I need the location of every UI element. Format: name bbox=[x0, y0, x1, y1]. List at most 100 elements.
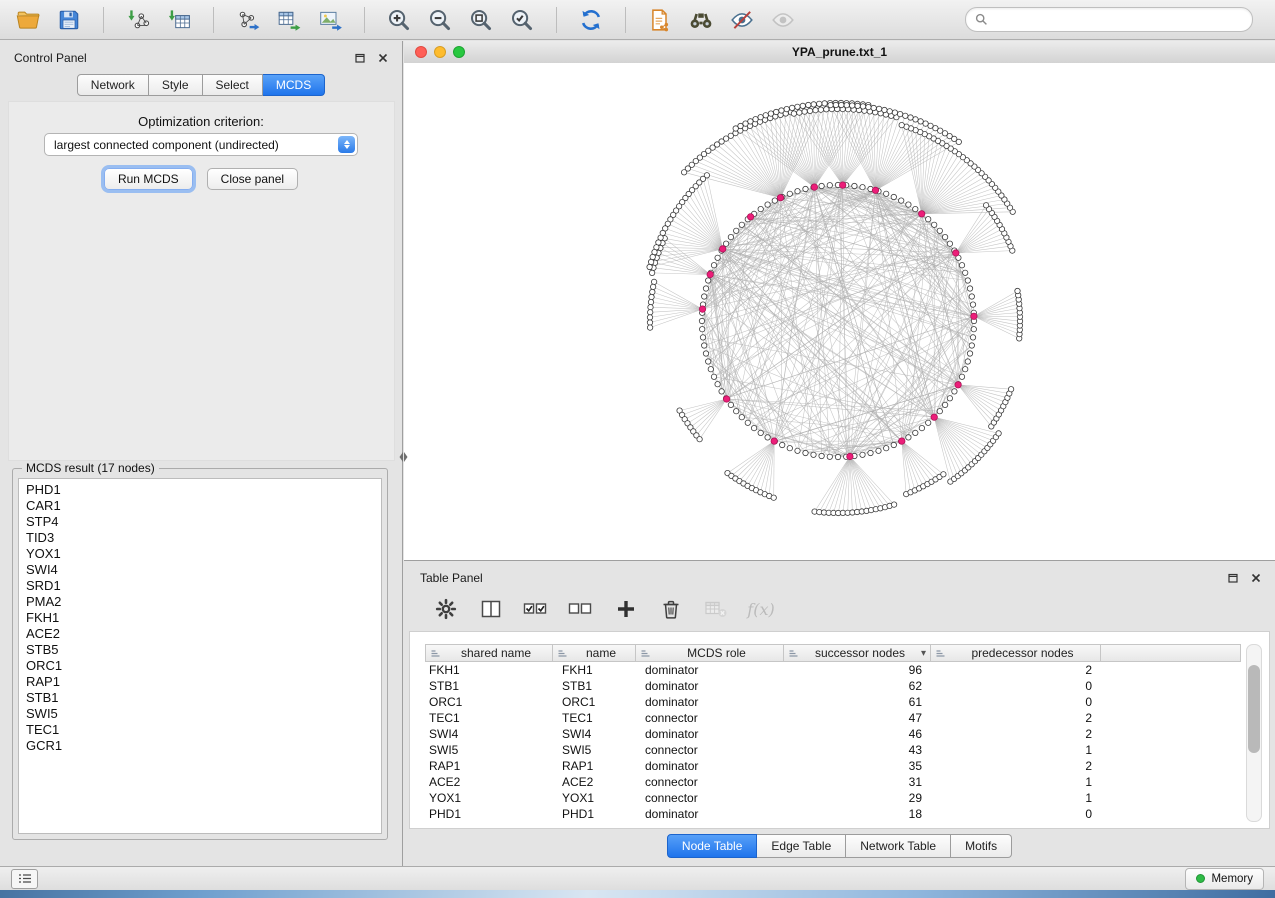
column-header-shared-name[interactable]: shared name bbox=[425, 644, 553, 662]
mcds-result-item[interactable]: GCR1 bbox=[26, 738, 374, 754]
refresh-layout-icon bbox=[579, 8, 603, 32]
table-row[interactable]: ACE2ACE2connector311 bbox=[425, 774, 1241, 790]
table-tab-motifs[interactable]: Motifs bbox=[951, 834, 1012, 858]
network-title: YPA_prune.txt_1 bbox=[792, 45, 887, 59]
refresh-layout-button[interactable] bbox=[577, 6, 605, 34]
table-row[interactable]: FKH1FKH1dominator962 bbox=[425, 662, 1241, 678]
column-header-predecessor-nodes[interactable]: predecessor nodes bbox=[931, 644, 1101, 662]
share-document-button[interactable] bbox=[646, 6, 674, 34]
search-network-icon bbox=[689, 8, 713, 32]
table-scrollbar[interactable] bbox=[1246, 644, 1262, 822]
column-menu-icon[interactable]: ▾ bbox=[921, 648, 926, 659]
criterion-value: largest connected component (undirected) bbox=[54, 138, 279, 152]
export-table-button[interactable] bbox=[275, 6, 303, 34]
mcds-result-item[interactable]: TEC1 bbox=[26, 722, 374, 738]
network-graph[interactable] bbox=[404, 63, 1275, 560]
memory-button[interactable]: Memory bbox=[1185, 868, 1264, 890]
export-image-button[interactable] bbox=[316, 6, 344, 34]
mcds-result-item[interactable]: CAR1 bbox=[26, 498, 374, 514]
close-table-panel-button[interactable] bbox=[1251, 573, 1261, 583]
float-panel-button[interactable] bbox=[355, 53, 365, 63]
close-window-button[interactable] bbox=[415, 46, 427, 58]
function-builder-button[interactable]: f(x) bbox=[747, 595, 775, 623]
column-header-mcds-role[interactable]: MCDS role bbox=[636, 644, 784, 662]
minimize-window-button[interactable] bbox=[434, 46, 446, 58]
mcds-result-item[interactable]: PHD1 bbox=[26, 482, 374, 498]
table-row[interactable]: STB1STB1dominator620 bbox=[425, 678, 1241, 694]
zoom-fit-button[interactable] bbox=[467, 6, 495, 34]
add-column-button[interactable] bbox=[612, 595, 640, 623]
zoom-in-button[interactable] bbox=[385, 6, 413, 34]
table-cell: YOX1 bbox=[425, 791, 553, 805]
mcds-result-item[interactable]: STB1 bbox=[26, 690, 374, 706]
import-network-button[interactable] bbox=[124, 6, 152, 34]
mcds-result-item[interactable]: ORC1 bbox=[26, 658, 374, 674]
tab-style[interactable]: Style bbox=[149, 74, 203, 96]
column-header-successor-nodes[interactable]: successor nodes▾ bbox=[784, 644, 931, 662]
table-cell: ORC1 bbox=[553, 695, 636, 709]
import-table-button[interactable] bbox=[165, 6, 193, 34]
mcds-result-item[interactable]: YOX1 bbox=[26, 546, 374, 562]
scrollbar-thumb[interactable] bbox=[1248, 665, 1260, 753]
mcds-result-item[interactable]: SRD1 bbox=[26, 578, 374, 594]
clear-row-selection-button[interactable] bbox=[567, 595, 595, 623]
table-row[interactable]: PHD1PHD1dominator180 bbox=[425, 806, 1241, 822]
close-panel-icon-button[interactable] bbox=[378, 53, 388, 63]
run-mcds-button[interactable]: Run MCDS bbox=[104, 168, 193, 190]
table-tab-node-table[interactable]: Node Table bbox=[667, 834, 758, 858]
mcds-result-item[interactable]: STB5 bbox=[26, 642, 374, 658]
table-tabs: Node TableEdge TableNetwork TableMotifs bbox=[404, 834, 1275, 858]
network-canvas[interactable] bbox=[404, 63, 1275, 560]
table-row[interactable]: YOX1YOX1connector291 bbox=[425, 790, 1241, 806]
table-row[interactable]: SWI4SWI4dominator462 bbox=[425, 726, 1241, 742]
zoom-out-button[interactable] bbox=[426, 6, 454, 34]
table-cell: dominator bbox=[636, 727, 784, 741]
export-network-button[interactable] bbox=[234, 6, 262, 34]
mcds-result-item[interactable]: SWI4 bbox=[26, 562, 374, 578]
status-menu-button[interactable] bbox=[11, 869, 38, 889]
table-row[interactable]: ORC1ORC1dominator610 bbox=[425, 694, 1241, 710]
table-tab-network-table[interactable]: Network Table bbox=[846, 834, 951, 858]
table-cell: PHD1 bbox=[425, 807, 553, 821]
table-row[interactable]: TEC1TEC1connector472 bbox=[425, 710, 1241, 726]
column-header-name[interactable]: name bbox=[553, 644, 636, 662]
mcds-result-item[interactable]: STP4 bbox=[26, 514, 374, 530]
select-all-rows-button[interactable] bbox=[522, 595, 550, 623]
search-network-button[interactable] bbox=[687, 6, 715, 34]
mcds-result-item[interactable]: FKH1 bbox=[26, 610, 374, 626]
table-tab-edge-table[interactable]: Edge Table bbox=[757, 834, 846, 858]
mcds-result-item[interactable]: SWI5 bbox=[26, 706, 374, 722]
mcds-result-title: MCDS result (17 nodes) bbox=[22, 461, 159, 475]
close-panel-button[interactable]: Close panel bbox=[207, 168, 298, 190]
mcds-result-item[interactable]: PMA2 bbox=[26, 594, 374, 610]
split-panel-button[interactable] bbox=[477, 595, 505, 623]
tab-mcds[interactable]: MCDS bbox=[263, 74, 325, 96]
mcds-result-item[interactable]: RAP1 bbox=[26, 674, 374, 690]
criterion-dropdown[interactable]: largest connected component (undirected) bbox=[44, 133, 358, 156]
mcds-result-item[interactable]: ACE2 bbox=[26, 626, 374, 642]
table-settings-button[interactable] bbox=[432, 595, 460, 623]
table-cell: RAP1 bbox=[425, 759, 553, 773]
mcds-result-list[interactable]: PHD1CAR1STP4TID3YOX1SWI4SRD1PMA2FKH1ACE2… bbox=[18, 478, 382, 834]
hide-detail-button[interactable] bbox=[728, 6, 756, 34]
open-session-button[interactable] bbox=[14, 6, 42, 34]
table-cell: FKH1 bbox=[553, 663, 636, 677]
split-panel-icon bbox=[480, 598, 502, 620]
maximize-window-button[interactable] bbox=[453, 46, 465, 58]
save-session-button[interactable] bbox=[55, 6, 83, 34]
import-table-icon bbox=[167, 8, 191, 32]
show-detail-button[interactable] bbox=[769, 6, 797, 34]
float-table-panel-button[interactable] bbox=[1228, 573, 1238, 583]
panel-splitter[interactable] bbox=[398, 448, 409, 466]
table-row[interactable]: SWI5SWI5connector431 bbox=[425, 742, 1241, 758]
table-row[interactable]: RAP1RAP1dominator352 bbox=[425, 758, 1241, 774]
search-box[interactable] bbox=[965, 7, 1253, 32]
delete-column-button[interactable] bbox=[657, 595, 685, 623]
network-window-titlebar[interactable]: YPA_prune.txt_1 bbox=[404, 41, 1275, 64]
mcds-result-item[interactable]: TID3 bbox=[26, 530, 374, 546]
zoom-selected-button[interactable] bbox=[508, 6, 536, 34]
tab-select[interactable]: Select bbox=[203, 74, 263, 96]
search-input[interactable] bbox=[994, 12, 1243, 28]
tab-network[interactable]: Network bbox=[77, 74, 149, 96]
delete-table-button[interactable] bbox=[702, 595, 730, 623]
